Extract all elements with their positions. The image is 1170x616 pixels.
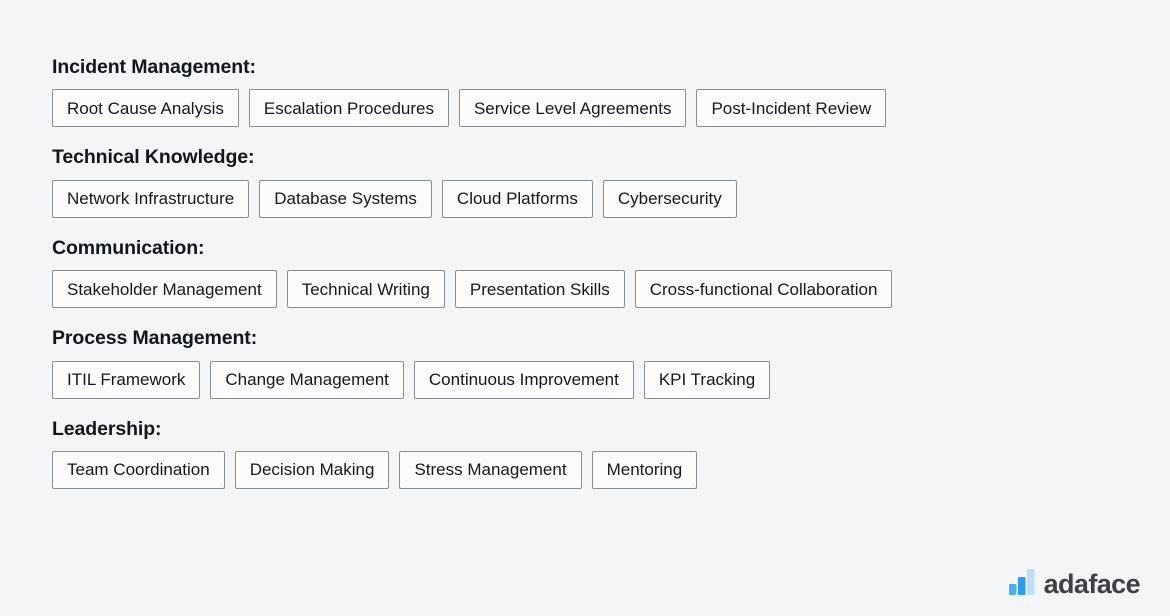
skills-board: Incident Management: Root Cause Analysis E… [52,56,1140,489]
skill-section: Communication: Stakeholder Management Tech… [52,236,1140,309]
skill-chip[interactable]: Change Management [210,360,404,399]
bar-chart-logo-icon [1008,569,1035,595]
skill-section: Technical Knowledge: Network Infrastructu… [52,146,1140,218]
skill-chip[interactable]: Service Level Agreements [458,89,687,128]
skill-chip[interactable]: KPI Tracking [643,360,771,399]
section-heading: Incident Management: [52,56,256,78]
section-heading: Technical Knowledge: [52,146,255,169]
skill-section: Process Management: ITIL Framework Change … [52,327,1140,399]
section-heading: Communication: [52,236,205,259]
skill-chip[interactable]: Presentation Skills [454,270,625,309]
skill-chip[interactable]: Cloud Platforms [441,179,593,218]
skill-chip[interactable]: Stress Management [399,450,582,489]
skill-section: Incident Management: Root Cause Analysis E… [52,56,1140,128]
skill-chip[interactable]: ITIL Framework [52,360,201,399]
skill-chip[interactable]: Escalation Procedures [248,89,449,128]
section-heading: Leadership: [52,417,162,440]
skill-chip-row: Stakeholder Management Technical Writing P… [52,270,1140,309]
skill-chip-row: Team Coordination Decision Making Stress M… [52,450,1140,489]
skill-chip[interactable]: Decision Making [234,450,390,489]
skill-chip[interactable]: Cybersecurity [602,179,737,218]
skill-chip[interactable]: Team Coordination [52,450,225,489]
section-heading: Process Management: [52,327,258,350]
skill-chip[interactable]: Network Infrastructure [52,179,250,218]
skill-chip[interactable]: Root Cause Analysis [52,89,239,128]
adaface-logo: adaface [1008,569,1141,599]
adaface-wordmark: adaface [1043,569,1141,599]
skill-chip[interactable]: Continuous Improvement [413,360,634,399]
skill-chip[interactable]: Database Systems [259,179,432,218]
skill-section: Leadership: Team Coordination Decision Mak… [52,418,1140,489]
skill-chip-row: ITIL Framework Change Management Continuou… [52,360,1140,399]
skill-chip[interactable]: Stakeholder Management [52,270,277,309]
skill-chip[interactable]: Mentoring [591,450,698,489]
skill-chip[interactable]: Technical Writing [286,270,445,309]
skill-chip-row: Network Infrastructure Database Systems Cl… [52,179,1140,218]
skill-chip-row: Root Cause Analysis Escalation Procedures… [52,89,1140,128]
skill-chip[interactable]: Post-Incident Review [696,89,887,128]
skill-chip[interactable]: Cross-functional Collaboration [634,270,893,309]
